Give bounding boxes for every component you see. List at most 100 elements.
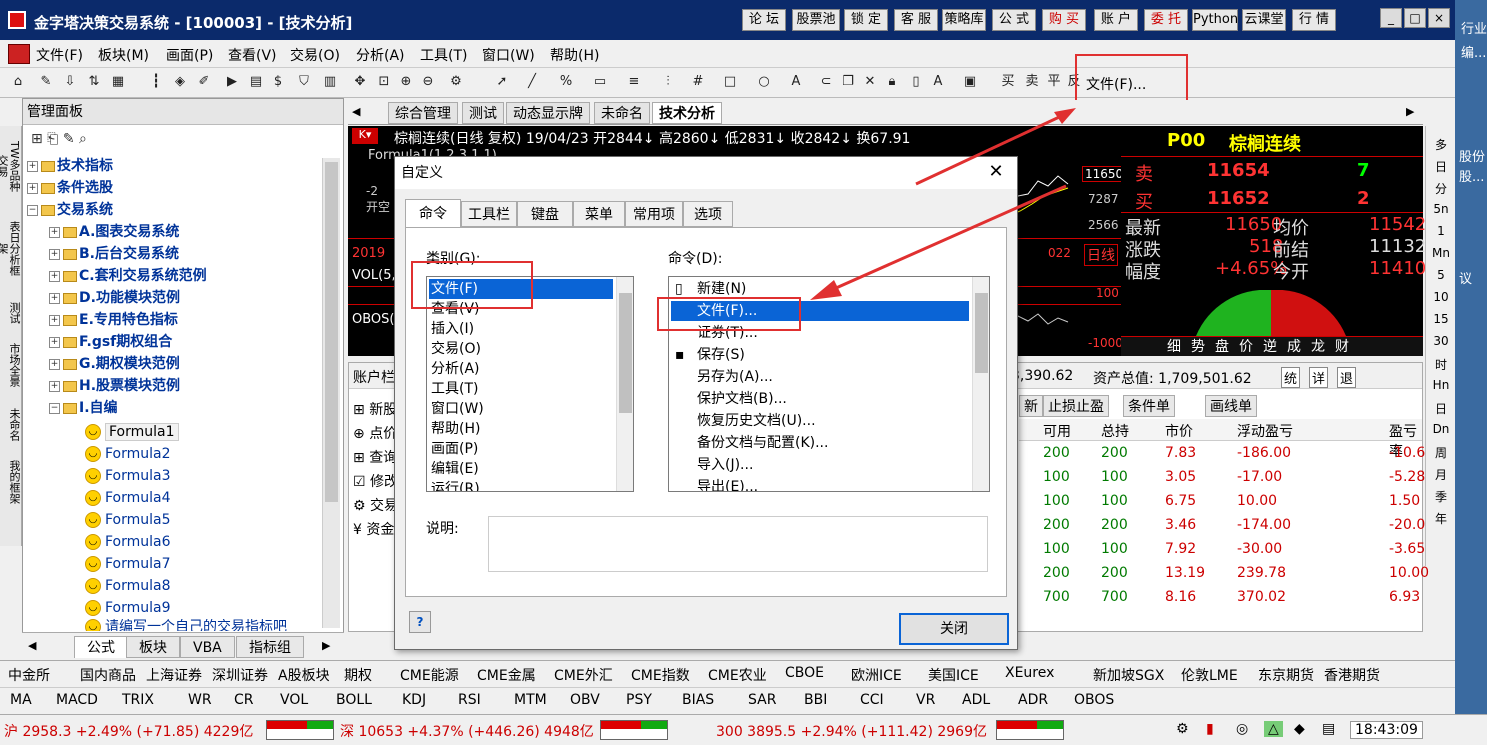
category-item[interactable]: 运行(R): [429, 479, 613, 491]
tree-node[interactable]: − I.自编: [49, 397, 349, 419]
zoom-out-icon[interactable]: ⊖: [420, 74, 436, 90]
chart-icon[interactable]: ▤: [248, 74, 264, 90]
tree-node[interactable]: + D.功能模块范例: [49, 287, 349, 309]
subtab-stop[interactable]: 止损止盈: [1043, 395, 1109, 417]
home-icon[interactable]: ⌂: [10, 74, 26, 90]
close-window-button[interactable]: ×: [1428, 8, 1450, 28]
command-item[interactable]: 导出(E)...: [671, 477, 969, 491]
col-price[interactable]: 市价: [1165, 421, 1193, 441]
command-item[interactable]: 备份文档与配置(K)...: [671, 433, 969, 453]
account-btn-stats[interactable]: 统: [1281, 367, 1301, 388]
period-button[interactable]: 年: [1426, 510, 1456, 527]
exchange-tab[interactable]: 伦敦LME: [1181, 665, 1238, 685]
tab-block[interactable]: 板块: [126, 636, 180, 658]
period-button[interactable]: 时: [1426, 356, 1456, 373]
tree-node[interactable]: + A.图表交易系统: [49, 221, 349, 243]
layout-icon[interactable]: ▥: [322, 74, 338, 90]
dtab-toolbars[interactable]: 工具栏: [461, 201, 517, 227]
menu-analysis[interactable]: 分析(A): [356, 45, 405, 65]
forum-button[interactable]: 论 坛: [742, 9, 786, 31]
dollar-icon[interactable]: $: [270, 74, 286, 90]
indicator-tab[interactable]: ADL: [962, 692, 990, 708]
period-button[interactable]: 5n: [1426, 202, 1456, 216]
exchange-tab[interactable]: 东京期货: [1258, 665, 1314, 685]
exchange-tab[interactable]: CME指数: [631, 665, 690, 685]
formula-item[interactable]: ◡ Formula8: [85, 575, 385, 597]
exchange-tab[interactable]: 欧洲ICE: [851, 665, 902, 685]
ruler-icon[interactable]: ▭: [592, 74, 608, 90]
vtab-unnamed[interactable]: 未命名: [2, 404, 21, 444]
tree-node[interactable]: + 条件选股: [27, 177, 327, 199]
indicator-tab[interactable]: KDJ: [402, 692, 426, 708]
dtab-keyboard[interactable]: 键盘: [517, 201, 573, 227]
exchange-tab[interactable]: XEurex: [1005, 665, 1054, 681]
category-item[interactable]: 帮助(H): [429, 419, 613, 439]
play-icon[interactable]: ▶: [224, 74, 240, 90]
swap-icon[interactable]: ⇅: [86, 74, 102, 90]
subtab-drawline[interactable]: 画线单: [1205, 395, 1257, 417]
copy-icon[interactable]: ❐: [840, 74, 856, 90]
tree-node[interactable]: + H.股票模块范例: [49, 375, 349, 397]
fib-icon[interactable]: ≡: [626, 74, 642, 90]
new-formula-icon[interactable]: ⊞ ⎗ ✎ ⌕: [31, 131, 87, 147]
tab-formula[interactable]: 公式: [74, 636, 128, 658]
period-button[interactable]: Mn: [1426, 246, 1456, 260]
python-button[interactable]: Python: [1192, 9, 1238, 31]
formula-item[interactable]: ◡ Formula5: [85, 509, 385, 531]
indicator-tab[interactable]: OBOS: [1074, 692, 1114, 708]
tab-indicator-group[interactable]: 指标组: [236, 636, 304, 658]
cloud-class-button[interactable]: 云课堂: [1242, 9, 1286, 31]
rect-icon[interactable]: □: [722, 74, 738, 90]
menu-view[interactable]: 查看(V): [228, 45, 277, 65]
tab-overview[interactable]: 综合管理: [388, 102, 458, 124]
indicator-tab[interactable]: VR: [916, 692, 935, 708]
strategy-button[interactable]: 策略库: [942, 9, 986, 31]
dtab-common[interactable]: 常用项: [625, 201, 683, 227]
tab-scroll-right-icon[interactable]: ▶: [1406, 105, 1414, 118]
close-button[interactable]: 关闭: [899, 613, 1009, 645]
exchange-tab[interactable]: A股板块: [278, 665, 330, 685]
lock-icon[interactable]: 🔒︎: [884, 74, 900, 90]
indicator-tab[interactable]: CR: [234, 692, 254, 708]
dialog-close-icon[interactable]: ✕: [985, 161, 1007, 183]
frame-icon[interactable]: ▣: [962, 74, 978, 90]
stock-pool-button[interactable]: 股票池: [792, 9, 840, 31]
entrust-button[interactable]: 委 托: [1144, 9, 1188, 31]
vtab-test[interactable]: 测试: [2, 298, 21, 328]
move-icon[interactable]: ✥: [352, 74, 368, 90]
command-item[interactable]: ▪ 保存(S): [671, 345, 969, 365]
exchange-tab[interactable]: 国内商品: [80, 665, 136, 685]
action-query[interactable]: ⊞ 查询: [353, 447, 397, 467]
col-total[interactable]: 总持: [1101, 421, 1129, 441]
period-button[interactable]: 周: [1426, 444, 1456, 461]
text-icon[interactable]: A: [788, 74, 804, 90]
col-float-pnl[interactable]: 浮动盈亏: [1237, 421, 1293, 441]
panel-scrollbar[interactable]: [322, 158, 340, 628]
period-button[interactable]: 多: [1426, 136, 1456, 153]
candle-icon[interactable]: ┇: [148, 74, 164, 90]
tab-test[interactable]: 测试: [462, 102, 504, 124]
minimize-button[interactable]: _: [1380, 8, 1402, 28]
ticket-icon[interactable]: ◆: [1294, 721, 1305, 737]
tree-node[interactable]: + 技术指标: [27, 155, 327, 177]
tree-node[interactable]: − 交易系统: [27, 199, 327, 221]
indicator-tab[interactable]: SAR: [748, 692, 776, 708]
indicator-tab[interactable]: TRIX: [122, 692, 154, 708]
vtab-myframe[interactable]: 我的框架: [2, 456, 21, 508]
period-button[interactable]: 15: [1426, 312, 1456, 326]
menu-screen[interactable]: 画面(P): [166, 45, 213, 65]
command-item[interactable]: 另存为(A)...: [671, 367, 969, 387]
period-button[interactable]: 季: [1426, 488, 1456, 505]
edit-icon[interactable]: ✐: [196, 74, 212, 90]
vtab-panorama[interactable]: 市场全景: [2, 340, 21, 390]
quote-tabs[interactable]: 细势盘价逆成龙财: [1167, 336, 1359, 356]
category-item[interactable]: 插入(I): [429, 319, 613, 339]
indicator-tab[interactable]: MA: [10, 692, 32, 708]
dtab-options[interactable]: 选项: [683, 201, 733, 227]
category-item[interactable]: 编辑(E): [429, 459, 613, 479]
period-button[interactable]: Dn: [1426, 422, 1456, 436]
formula-button[interactable]: 公 式: [992, 9, 1036, 31]
exchange-tab[interactable]: 香港期货: [1324, 665, 1380, 685]
gear-icon[interactable]: ⚙: [448, 74, 464, 90]
exchange-tab[interactable]: 上海证券: [146, 665, 202, 685]
